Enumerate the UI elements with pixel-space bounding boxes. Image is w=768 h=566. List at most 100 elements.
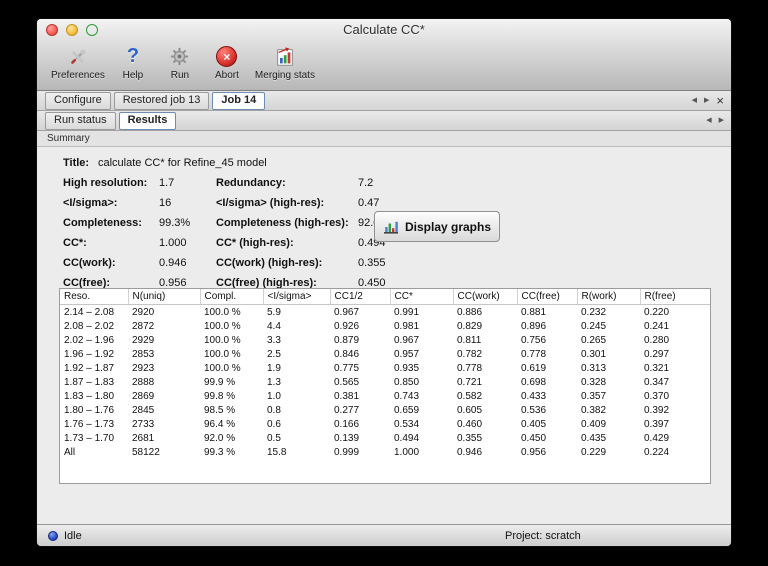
table-cell: 0.981 (394, 320, 420, 332)
table-cell: 0.850 (394, 376, 420, 388)
table-cell: 0.357 (581, 390, 607, 402)
tab-job-14[interactable]: Job 14 (212, 91, 266, 110)
table-row[interactable]: 2.14 – 2.08 2920 100.0 % 5.9 0.967 0.991 0.886… (60, 305, 710, 320)
results-panel: Title: calculate CC* for Refine_45 model… (37, 147, 731, 529)
summary-label: CC(work) (high-res): (216, 257, 323, 269)
table-cell: 0.409 (581, 418, 607, 430)
merging-stats-button[interactable]: Merging stats (255, 43, 315, 81)
table-cell: 1.76 – 1.73 (64, 418, 115, 430)
column-header[interactable]: CC* (390, 289, 454, 305)
column-header[interactable]: N(uniq) (128, 289, 201, 305)
tab-close-icon[interactable]: × (716, 94, 724, 107)
table-cell: 1.9 (267, 362, 281, 374)
column-header[interactable]: Compl. (200, 289, 264, 305)
table-cell: 96.4 % (204, 418, 236, 430)
table-cell: 0.429 (644, 432, 670, 444)
column-header[interactable]: R(work) (577, 289, 641, 305)
table-cell: 0.6 (267, 418, 281, 430)
tab-results[interactable]: Results (118, 111, 177, 130)
column-header[interactable]: <I/sigma> (263, 289, 331, 305)
close-window-button[interactable] (46, 24, 58, 36)
table-cell: 0.721 (457, 376, 483, 388)
table-cell: 0.619 (521, 362, 547, 374)
status-bar: Idle Project: scratch (37, 524, 731, 546)
table-cell: 0.935 (394, 362, 420, 374)
table-cell: 0.450 (521, 432, 547, 444)
table-row[interactable]: All 58122 99.3 % 15.8 0.999 1.000 0.946 0.956 0.… (60, 445, 710, 459)
summary-value: 1.7 (159, 177, 175, 189)
tab-scroll-left-icon[interactable]: ◀ (706, 117, 711, 124)
bar-chart-icon (383, 219, 399, 235)
table-row[interactable]: 1.92 – 1.87 2923 100.0 % 1.9 0.775 0.935 0.778… (60, 361, 710, 375)
preferences-button[interactable]: Preferences (51, 43, 105, 81)
toolbar-label: Help (122, 70, 144, 81)
results-table-container[interactable]: Reso. N(uniq) Compl. <I/sigma> CC1/2 CC* CC(wo… (59, 288, 711, 484)
table-cell: 0.301 (581, 348, 607, 360)
title-bar[interactable]: Calculate CC* (37, 19, 731, 41)
table-cell: 0.756 (521, 334, 547, 346)
column-header[interactable]: Reso. (60, 289, 129, 305)
table-cell: 0.370 (644, 390, 670, 402)
tab-scroll-left-icon[interactable]: ◀ (692, 97, 697, 104)
table-cell: 2.14 – 2.08 (64, 306, 115, 318)
summary-value: calculate CC* for Refine_45 model (98, 157, 267, 169)
abort-button[interactable]: Abort (208, 43, 246, 81)
table-row[interactable]: 1.96 – 1.92 2853 100.0 % 2.5 0.846 0.957 0.782… (60, 347, 710, 361)
table-cell: 0.392 (644, 404, 670, 416)
toolbar-label: Abort (214, 70, 239, 81)
table-cell: 3.3 (267, 334, 281, 346)
table-cell: 0.743 (394, 390, 420, 402)
table-cell: 0.956 (521, 446, 547, 458)
zoom-window-button[interactable] (86, 24, 98, 36)
merging-stats-icon (274, 43, 296, 70)
desktop: Calculate CC* Preferences ? Help Run × A… (0, 0, 768, 566)
table-cell: 1.0 (267, 390, 281, 402)
column-header[interactable]: CC1/2 (330, 289, 391, 305)
table-cell: 0.139 (334, 432, 360, 444)
tab-run-status[interactable]: Run status (45, 111, 116, 130)
table-cell: 1.3 (267, 376, 281, 388)
table-cell: 0.926 (334, 320, 360, 332)
summary-label: CC* (high-res): (216, 237, 294, 249)
table-cell: 0.534 (394, 418, 420, 430)
table-cell: 0.991 (394, 306, 420, 318)
table-cell: 0.957 (394, 348, 420, 360)
summary-label: <I/sigma> (high-res): (216, 197, 325, 209)
table-cell: 2.5 (267, 348, 281, 360)
help-button[interactable]: ? Help (114, 43, 152, 81)
column-header[interactable]: R(free) (640, 289, 710, 305)
table-cell: 0.967 (334, 306, 360, 318)
table-cell: 0.494 (394, 432, 420, 444)
table-cell: 100.0 % (204, 320, 241, 332)
table-row[interactable]: 1.80 – 1.76 2845 98.5 % 0.8 0.277 0.659 0.605 0… (60, 403, 710, 417)
table-row[interactable]: 1.87 – 1.83 2888 99.9 % 1.3 0.565 0.850 0.721 0… (60, 375, 710, 389)
summary-row: <I/sigma>: 16 <I/sigma> (high-res): 0.47 (63, 193, 709, 213)
summary-value: 0.946 (159, 257, 187, 269)
table-row[interactable]: 1.73 – 1.70 2681 92.0 % 0.5 0.139 0.494 0.355 0… (60, 431, 710, 445)
table-cell: 2929 (132, 334, 155, 346)
table-row[interactable]: 2.02 – 1.96 2929 100.0 % 3.3 0.879 0.967 0.811… (60, 333, 710, 347)
run-button[interactable]: Run (161, 43, 199, 81)
table-cell: 0.166 (334, 418, 360, 430)
summary-section-label: Summary (47, 133, 90, 144)
table-cell: 0.881 (521, 306, 547, 318)
column-header[interactable]: CC(work) (453, 289, 518, 305)
tab-restored-job-13[interactable]: Restored job 13 (113, 91, 210, 110)
abort-icon (216, 43, 238, 70)
table-cell: 0.277 (334, 404, 360, 416)
table-cell: 0.846 (334, 348, 360, 360)
display-graphs-button[interactable]: Display graphs (374, 211, 500, 242)
tab-scroll-right-icon[interactable]: ▶ (704, 97, 709, 104)
table-cell: 98.5 % (204, 404, 236, 416)
column-header[interactable]: CC(free) (517, 289, 578, 305)
table-row[interactable]: 1.83 – 1.80 2869 99.8 % 1.0 0.381 0.743 0.582 0… (60, 389, 710, 403)
table-cell: 0.582 (457, 390, 483, 402)
table-row[interactable]: 2.08 – 2.02 2872 100.0 % 4.4 0.926 0.981 0.829… (60, 319, 710, 333)
tab-scroll-right-icon[interactable]: ▶ (719, 117, 724, 124)
minimize-window-button[interactable] (66, 24, 78, 36)
table-row[interactable]: 1.76 – 1.73 2733 96.4 % 0.6 0.166 0.534 0.460 0… (60, 417, 710, 431)
tab-configure[interactable]: Configure (45, 91, 111, 110)
table-cell: 0.229 (581, 446, 607, 458)
summary-title-row: Title: calculate CC* for Refine_45 model (63, 153, 709, 173)
table-cell: 0.313 (581, 362, 607, 374)
